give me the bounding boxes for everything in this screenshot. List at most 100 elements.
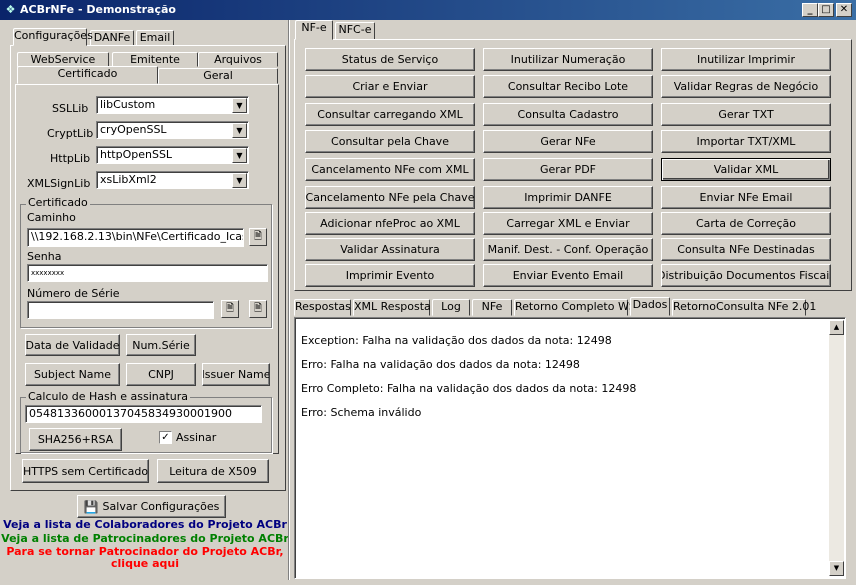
assinar-label: Assinar: [176, 431, 217, 444]
cnpj-button[interactable]: CNPJ: [126, 363, 196, 386]
xmlsignlib-label: XMLSignLib: [27, 177, 91, 190]
splitter[interactable]: [288, 20, 290, 580]
window-title: ACBrNFe - Demonstração: [20, 3, 176, 16]
consultar-carregando-xml-button[interactable]: Consultar carregando XML: [305, 103, 475, 126]
patrocinadores-link[interactable]: Veja a lista de Patrocinadores do Projet…: [0, 532, 290, 545]
httplib-select[interactable]: httpOpenSSL ▼: [96, 146, 249, 164]
senha-input[interactable]: xxxxxxxx: [27, 264, 268, 282]
chevron-down-icon[interactable]: ▼: [232, 98, 247, 113]
data-validade-button[interactable]: Data de Validade: [25, 334, 120, 356]
vertical-scrollbar[interactable]: ▲ ▼: [829, 320, 844, 576]
carregar-xml-e-enviar-button[interactable]: Carregar XML e Enviar: [483, 212, 653, 235]
tab-log[interactable]: Log: [432, 299, 470, 316]
chevron-down-icon[interactable]: ▼: [232, 148, 247, 163]
tab-arquivos[interactable]: Arquivos: [198, 52, 278, 67]
num-serie-button[interactable]: Num.Série: [126, 334, 196, 356]
chevron-down-icon[interactable]: ▼: [232, 123, 247, 138]
chevron-down-icon[interactable]: ▼: [232, 173, 247, 188]
certificado-group-label: Certificado: [26, 196, 90, 209]
select-cert-icon[interactable]: 🗎: [221, 300, 239, 318]
manif-dest-conf-opera-o-button[interactable]: Manif. Dest. - Conf. Operação: [483, 238, 653, 261]
validar-xml-button[interactable]: Validar XML: [661, 158, 831, 181]
criar-e-enviar-button[interactable]: Criar e Enviar: [305, 75, 475, 98]
tab-danfe[interactable]: DANFe: [90, 30, 134, 46]
gerar-txt-button[interactable]: Gerar TXT: [661, 103, 831, 126]
tab-nfce[interactable]: NFC-e: [335, 22, 375, 40]
caminho-label: Caminho: [27, 211, 76, 224]
enviar-nfe-email-button[interactable]: Enviar NFe Email: [661, 186, 831, 209]
importar-txt-xml-button[interactable]: Importar TXT/XML: [661, 130, 831, 153]
memo-line: Exception: Falha na validação dos dados …: [301, 334, 612, 347]
enviar-evento-email-button[interactable]: Enviar Evento Email: [483, 264, 653, 287]
close-button[interactable]: ✕: [836, 3, 852, 17]
tab-nfe[interactable]: NF-e: [295, 20, 333, 40]
salvar-configuracoes-label: Salvar Configurações: [102, 500, 220, 513]
memo-line: Erro: Schema inválido: [301, 406, 422, 419]
tab-webservice[interactable]: WebService: [17, 52, 109, 67]
leitura-x509-button[interactable]: Leitura de X509: [157, 459, 269, 483]
tab-retornoconsulta-nfe-2-01[interactable]: RetornoConsulta NFe 2.01: [672, 299, 816, 316]
tab-nfe[interactable]: NFe: [472, 299, 512, 316]
inutilizar-numera-o-button[interactable]: Inutilizar Numeração: [483, 48, 653, 71]
scroll-down-icon[interactable]: ▼: [829, 561, 844, 576]
status-de-servi-o-button[interactable]: Status de Serviço: [305, 48, 475, 71]
numero-serie-label: Número de Série: [27, 287, 120, 300]
consulta-nfe-destinadas-button[interactable]: Consulta NFe Destinadas: [661, 238, 831, 261]
caminho-input[interactable]: \\192.168.2.13\bin\NFe\Certificado_Icase…: [27, 228, 244, 247]
cryptlib-select[interactable]: cryOpenSSL ▼: [96, 121, 249, 139]
dados-memo[interactable]: Exception: Falha na validação dos dados …: [294, 317, 846, 579]
ssllib-value: libCustom: [100, 98, 156, 111]
gerar-pdf-button[interactable]: Gerar PDF: [483, 158, 653, 181]
scroll-up-icon[interactable]: ▲: [829, 320, 844, 335]
consulta-cadastro-button[interactable]: Consulta Cadastro: [483, 103, 653, 126]
ssllib-select[interactable]: libCustom ▼: [96, 96, 249, 114]
clique-aqui-link[interactable]: clique aqui: [0, 557, 290, 570]
subject-name-button[interactable]: Subject Name: [25, 363, 120, 386]
sha256-rsa-button[interactable]: SHA256+RSA: [29, 428, 122, 451]
senha-label: Senha: [27, 250, 62, 263]
imprimir-evento-button[interactable]: Imprimir Evento: [305, 264, 475, 287]
inutilizar-imprimir-button[interactable]: Inutilizar Imprimir: [661, 48, 831, 71]
cancelamento-nfe-pela-chave-button[interactable]: Cancelamento NFe pela Chave: [305, 186, 475, 209]
tab-respostas[interactable]: Respostas: [294, 299, 351, 316]
tab-xml-resposta[interactable]: XML Resposta: [353, 299, 431, 316]
httplib-value: httpOpenSSL: [100, 148, 173, 161]
distribui-o-documentos-fiscais-button[interactable]: Distribuição Documentos Fiscais: [661, 264, 831, 287]
save-disk-icon: 💾: [83, 499, 99, 514]
cancelamento-nfe-com-xml-button[interactable]: Cancelamento NFe com XML: [305, 158, 475, 181]
tab-retorno-completo-ws[interactable]: Retorno Completo WS: [514, 299, 636, 316]
tab-geral[interactable]: Geral: [158, 68, 278, 84]
consultar-pela-chave-button[interactable]: Consultar pela Chave: [305, 130, 475, 153]
issuer-name-button[interactable]: Issuer Name: [202, 363, 270, 386]
numero-serie-input[interactable]: [27, 301, 214, 319]
tab-certificado[interactable]: Certificado: [17, 66, 158, 84]
carta-de-corre-o-button[interactable]: Carta de Correção: [661, 212, 831, 235]
select-cert-alt-icon[interactable]: 🗎: [249, 300, 267, 318]
maximize-button[interactable]: □: [818, 3, 834, 17]
tab-configuracoes[interactable]: Configurações: [13, 28, 93, 46]
browse-file-icon[interactable]: 🗎: [249, 228, 267, 246]
validar-regras-de-neg-cio-button[interactable]: Validar Regras de Negócio: [661, 75, 831, 98]
xmlsignlib-select[interactable]: xsLibXml2 ▼: [96, 171, 249, 189]
xmlsignlib-value: xsLibXml2: [100, 173, 157, 186]
imprimir-danfe-button[interactable]: Imprimir DANFE: [483, 186, 653, 209]
ssllib-label: SSLLib: [52, 102, 89, 115]
adicionar-nfeproc-ao-xml-button[interactable]: Adicionar nfeProc ao XML: [305, 212, 475, 235]
tab-email[interactable]: Email: [136, 30, 174, 46]
title-bar: ACBrNFe - Demonstração: [0, 0, 856, 20]
tab-dados[interactable]: Dados: [630, 297, 670, 316]
gerar-nfe-button[interactable]: Gerar NFe: [483, 130, 653, 153]
hash-input[interactable]: 05481336000137045834930001900: [25, 405, 262, 423]
https-sem-certificado-button[interactable]: HTTPS sem Certificado: [22, 459, 149, 483]
app-icon: ❖: [5, 3, 16, 16]
assinar-checkbox[interactable]: ✓: [159, 431, 172, 444]
minimize-button[interactable]: _: [802, 3, 818, 17]
colaboradores-link[interactable]: Veja a lista de Colaboradores do Projeto…: [0, 518, 290, 531]
salvar-configuracoes-button[interactable]: 💾 Salvar Configurações: [77, 495, 226, 518]
httplib-label: HttpLib: [50, 152, 91, 165]
validar-assinatura-button[interactable]: Validar Assinatura: [305, 238, 475, 261]
tab-emitente[interactable]: Emitente: [112, 52, 198, 67]
memo-line: Erro: Falha na validação dos dados da no…: [301, 358, 580, 371]
cryptlib-label: CryptLib: [47, 127, 94, 140]
consultar-recibo-lote-button[interactable]: Consultar Recibo Lote: [483, 75, 653, 98]
